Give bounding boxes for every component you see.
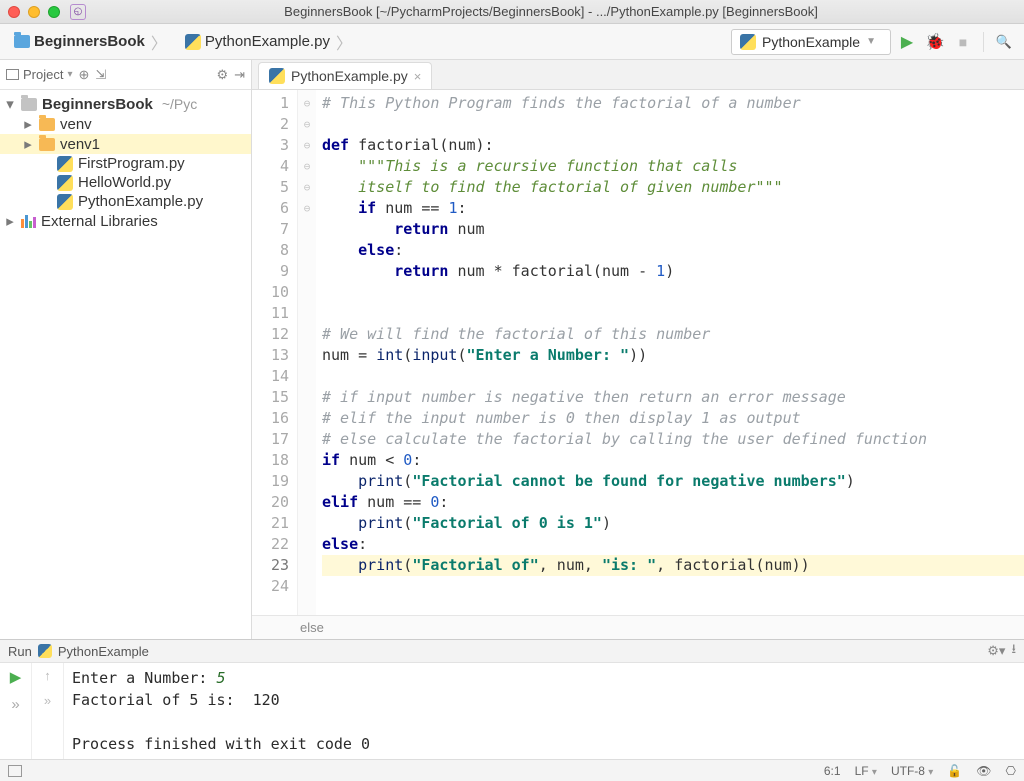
python-file-icon xyxy=(269,68,285,84)
search-button[interactable]: 🔍 xyxy=(992,30,1016,54)
editor-tab-label: PythonExample.py xyxy=(291,68,408,84)
code-editor[interactable]: 123456789101112131415161718192021222324 … xyxy=(252,90,1024,615)
up-stack-icon[interactable]: ↑ xyxy=(44,668,51,683)
python-file-icon xyxy=(185,34,201,50)
stop-button[interactable]: » xyxy=(11,696,19,713)
window-title: BeginnersBook [~/PycharmProjects/Beginne… xyxy=(86,4,1016,19)
navigation-bar: BeginnersBook 〉 PythonExample.py 〉 Pytho… xyxy=(0,24,1024,60)
tree-row[interactable]: HelloWorld.py xyxy=(0,173,251,192)
project-view-icon xyxy=(6,69,19,80)
tree-label: venv1 xyxy=(60,136,100,153)
tree-path: ~/Pyc xyxy=(162,96,197,112)
gear-icon[interactable]: ⚙▾ xyxy=(987,643,1005,659)
project-view-selector[interactable]: Project ▾ xyxy=(6,67,73,82)
stop-button[interactable]: ■ xyxy=(951,30,975,54)
editor-area: PythonExample.py × 123456789101112131415… xyxy=(252,60,1024,639)
tree-row[interactable]: PythonExample.py xyxy=(0,192,251,211)
line-separator[interactable]: LF ▾ xyxy=(855,764,877,778)
chevron-right-icon[interactable]: ▸ xyxy=(22,135,34,153)
folder-icon xyxy=(14,35,30,48)
tree-label: FirstProgram.py xyxy=(78,155,185,172)
run-config-dropdown[interactable]: PythonExample ▼ xyxy=(731,29,891,55)
editor-structure-breadcrumb[interactable]: else xyxy=(252,615,1024,639)
python-file-icon xyxy=(740,34,756,50)
status-bar: 6:1 LF ▾ UTF-8 ▾ 🔓 👁 ⎔ xyxy=(0,759,1024,781)
folder-icon xyxy=(39,138,55,151)
download-icon[interactable]: ⭳ xyxy=(1011,640,1016,662)
dropdown-icon: ▼ xyxy=(866,36,876,47)
run-button[interactable]: ▶ xyxy=(895,30,919,54)
run-header: Run PythonExample ⚙▾ ⭳ xyxy=(0,640,1024,663)
collapse-all-icon[interactable]: ⇲ xyxy=(95,67,106,83)
editor-tabstrip: PythonExample.py × xyxy=(252,60,1024,90)
library-icon xyxy=(21,214,36,228)
close-window-icon[interactable] xyxy=(8,6,20,18)
tree-label: venv xyxy=(60,116,92,133)
line-number-gutter[interactable]: 123456789101112131415161718192021222324 xyxy=(252,90,298,615)
file-encoding[interactable]: UTF-8 ▾ xyxy=(891,764,933,778)
chevron-right-icon: 〉 xyxy=(151,30,167,54)
chevron-down-icon[interactable]: ▾ xyxy=(4,95,16,113)
tree-row[interactable]: ▸ venv1 xyxy=(0,134,251,154)
dropdown-icon: ▾ xyxy=(67,69,72,80)
editor-tab[interactable]: PythonExample.py × xyxy=(258,62,432,89)
lock-icon[interactable]: 🔓 xyxy=(947,764,962,778)
run-tool-window: Run PythonExample ⚙▾ ⭳ ▶ » ↑ » Enter a N… xyxy=(0,639,1024,759)
folder-icon xyxy=(39,118,55,131)
app-icon: ◵ xyxy=(70,4,86,20)
tree-row[interactable]: ▸ External Libraries xyxy=(0,211,251,231)
run-title: Run xyxy=(8,644,32,659)
python-file-icon xyxy=(57,194,73,210)
breadcrumb-file-label: PythonExample.py xyxy=(205,33,330,50)
traffic-lights xyxy=(8,6,60,18)
code-area[interactable]: # This Python Program finds the factoria… xyxy=(316,90,1024,615)
zoom-window-icon[interactable] xyxy=(48,6,60,18)
memory-icon[interactable]: ⎔ xyxy=(1006,764,1016,778)
run-config-name: PythonExample xyxy=(58,644,149,659)
breadcrumb-project[interactable]: BeginnersBook 〉 xyxy=(8,28,175,56)
run-actions-gutter-2: ↑ » xyxy=(32,663,64,759)
python-file-icon xyxy=(57,156,73,172)
python-file-icon xyxy=(38,644,52,658)
tree-label: PythonExample.py xyxy=(78,193,203,210)
debug-button[interactable]: 🐞 xyxy=(923,30,947,54)
close-tab-icon[interactable]: × xyxy=(414,69,422,84)
tree-label: HelloWorld.py xyxy=(78,174,171,191)
run-actions-gutter: ▶ » xyxy=(0,663,32,759)
hide-icon[interactable]: ⇥ xyxy=(234,67,245,83)
window-titlebar: ◵ BeginnersBook [~/PycharmProjects/Begin… xyxy=(0,0,1024,24)
chevron-right-icon: 〉 xyxy=(336,30,352,54)
python-file-icon xyxy=(57,175,73,191)
tree-row[interactable]: ▸ venv xyxy=(0,114,251,134)
project-toolbar: Project ▾ ⊕ ⇲ ⚙ ⇥ xyxy=(0,60,251,90)
tree-label: BeginnersBook xyxy=(42,96,153,113)
caret-position[interactable]: 6:1 xyxy=(824,764,841,778)
chevron-right-icon[interactable]: ▸ xyxy=(22,115,34,133)
fold-gutter[interactable]: ⊖⊖⊖⊖⊖⊖ xyxy=(298,90,316,615)
gear-icon[interactable]: ⚙ xyxy=(216,67,228,83)
inspector-icon[interactable]: 👁 xyxy=(976,764,991,778)
more-icon[interactable]: » xyxy=(44,693,51,708)
tree-row[interactable]: ▾ BeginnersBook ~/Pyc xyxy=(0,94,251,114)
console-output[interactable]: Enter a Number: 5 Factorial of 5 is: 120… xyxy=(64,663,1024,759)
minimize-window-icon[interactable] xyxy=(28,6,40,18)
status-panel-icon[interactable] xyxy=(8,765,22,777)
tree-row[interactable]: FirstProgram.py xyxy=(0,154,251,173)
scroll-from-source-icon[interactable]: ⊕ xyxy=(79,67,90,83)
chevron-right-icon[interactable]: ▸ xyxy=(4,212,16,230)
separator xyxy=(983,32,984,52)
rerun-button[interactable]: ▶ xyxy=(10,668,22,686)
project-folder-icon xyxy=(21,98,37,111)
run-config-label: PythonExample xyxy=(762,34,860,50)
tree-label: External Libraries xyxy=(41,213,158,230)
breadcrumb-project-label: BeginnersBook xyxy=(34,33,145,50)
breadcrumb-file[interactable]: PythonExample.py 〉 xyxy=(179,28,360,56)
project-tree[interactable]: ▾ BeginnersBook ~/Pyc ▸ venv ▸ venv1 FirstProgr… xyxy=(0,90,251,235)
project-tool-window: Project ▾ ⊕ ⇲ ⚙ ⇥ ▾ BeginnersBook ~/Pyc ▸ ve… xyxy=(0,60,252,639)
